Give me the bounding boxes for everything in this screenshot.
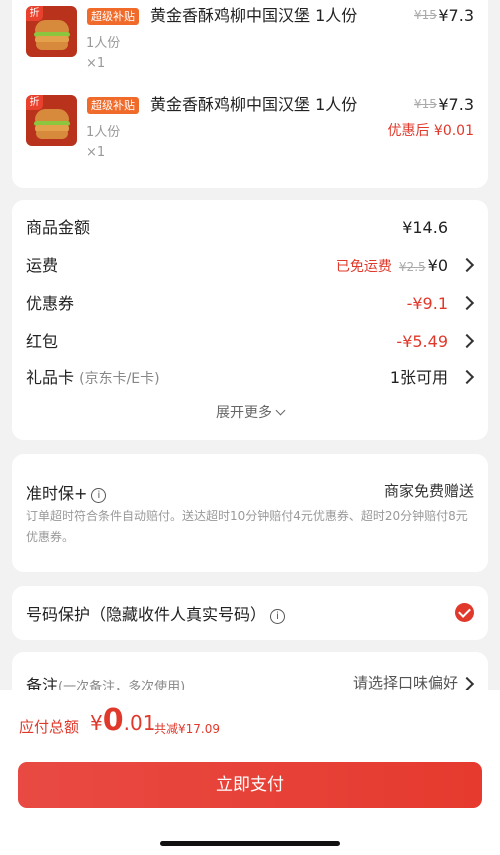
chevron-right-icon[interactable] <box>459 676 475 692</box>
amount-integer: 0 <box>102 703 124 738</box>
on-time-guarantee-card: 准时保+ i 商家免费赠送 订单超时符合条件自动赔付。送达超时10分钟赔付4元优惠… <box>12 454 488 572</box>
super-subsidy-badge: 超级补贴 <box>87 8 139 25</box>
order-item[interactable]: 折 超级补贴 黄金香酥鸡柳中国汉堡 1人份 ¥15 ¥7.3 1人份 ×1 <box>12 2 488 82</box>
guarantee-status: 商家免费赠送 <box>383 482 474 500</box>
total-amount: ¥0.01 <box>90 703 155 738</box>
product-spec: 1人份 <box>86 125 121 140</box>
gift-card-label-group: 礼品卡 (京东卡/E卡) <box>26 366 160 391</box>
product-quantity: ×1 <box>86 145 106 160</box>
shipping-row[interactable]: 运费 已免运费 ¥2.5 ¥0 <box>26 254 475 279</box>
chevron-right-icon[interactable] <box>459 369 475 385</box>
red-packet-row[interactable]: 红包 -¥5.49 <box>26 330 475 354</box>
on-time-guarantee-title: 准时保+ i <box>26 480 107 504</box>
discount-tag: 折 <box>26 6 43 21</box>
goods-amount-row: 商品金额 ¥14.6 <box>26 216 474 240</box>
chevron-right-icon[interactable] <box>459 333 475 349</box>
product-spec: 1人份 <box>86 36 121 51</box>
red-packet-label: 红包 <box>26 332 59 351</box>
shipping-value: ¥0 <box>427 256 448 275</box>
red-packet-value: -¥5.49 <box>396 332 448 351</box>
currency-symbol: ¥ <box>90 711 103 735</box>
original-price: ¥15 <box>414 97 437 111</box>
product-price: ¥7.3 <box>438 95 474 114</box>
chevron-right-icon[interactable] <box>459 257 475 273</box>
coupon-label: 优惠券 <box>26 294 75 313</box>
info-icon[interactable]: i <box>91 488 107 503</box>
goods-amount-label: 商品金额 <box>26 218 91 237</box>
total-label: 应付总额 <box>19 718 80 736</box>
product-thumbnail[interactable]: 折 <box>26 95 77 146</box>
phone-protection-label-group: 号码保护（隐藏收件人真实号码） i <box>26 601 286 625</box>
shipping-original-price: ¥2.5 <box>398 260 426 274</box>
phone-protection-card[interactable]: 号码保护（隐藏收件人真实号码） i <box>12 586 488 640</box>
product-name: 黄金香酥鸡柳中国汉堡 1人份 <box>150 6 358 25</box>
shipping-free-text: 已免运费 <box>335 259 392 275</box>
gift-card-sublabel: (京东卡/E卡) <box>79 371 160 387</box>
original-price: ¥15 <box>414 8 437 22</box>
coupon-row[interactable]: 优惠券 -¥9.1 <box>26 292 475 316</box>
product-quantity: ×1 <box>86 56 106 71</box>
burger-image <box>34 20 70 50</box>
total-savings: 共减¥17.09 <box>154 722 220 736</box>
checkout-footer: 应付总额 ¥0.01 共减¥17.09 立即支付 <box>0 690 500 855</box>
product-thumbnail[interactable]: 折 <box>26 6 77 57</box>
checkbox-checked-icon[interactable] <box>455 603 474 622</box>
guarantee-description: 订单超时符合条件自动赔付。送达超时10分钟赔付4元优惠券、超时20分钟赔付8元优… <box>26 509 468 544</box>
gift-card-value: 1张可用 <box>389 368 448 387</box>
gift-card-row[interactable]: 礼品卡 (京东卡/E卡) 1张可用 <box>26 366 475 391</box>
goods-amount-value: ¥14.6 <box>402 218 448 237</box>
expand-more-button[interactable]: 展开更多 <box>12 402 488 422</box>
super-subsidy-badge: 超级补贴 <box>87 97 139 114</box>
phone-protection-label: 号码保护（隐藏收件人真实号码） <box>26 605 267 624</box>
discount-tag: 折 <box>26 95 43 110</box>
price-after-discount: 优惠后 ¥0.01 <box>387 123 474 139</box>
info-icon[interactable]: i <box>270 609 286 624</box>
order-item[interactable]: 折 超级补贴 黄金香酥鸡柳中国汉堡 1人份 ¥15 ¥7.3 1人份 优惠后 ¥… <box>12 91 488 171</box>
product-name: 黄金香酥鸡柳中国汉堡 1人份 <box>150 95 358 114</box>
chevron-down-icon <box>275 405 286 416</box>
chevron-right-icon[interactable] <box>459 295 475 311</box>
expand-more-label: 展开更多 <box>216 405 272 421</box>
pay-now-button[interactable]: 立即支付 <box>18 762 482 808</box>
burger-image <box>34 109 70 139</box>
shipping-value-group: 已免运费 ¥2.5 ¥0 <box>336 254 448 279</box>
order-items-card: 折 超级补贴 黄金香酥鸡柳中国汉堡 1人份 ¥15 ¥7.3 1人份 ×1 折 … <box>12 0 488 188</box>
coupon-value: -¥9.1 <box>406 294 448 313</box>
gift-card-label: 礼品卡 <box>26 368 75 387</box>
home-indicator[interactable] <box>160 841 340 846</box>
shipping-label: 运费 <box>26 256 59 275</box>
price-summary-card: 商品金额 ¥14.6 运费 已免运费 ¥2.5 ¥0 优惠券 -¥9.1 红包 -… <box>12 200 488 440</box>
guarantee-title-text: 准时保+ <box>26 484 88 503</box>
amount-decimal: .01 <box>123 711 156 735</box>
product-price: ¥7.3 <box>438 6 474 25</box>
